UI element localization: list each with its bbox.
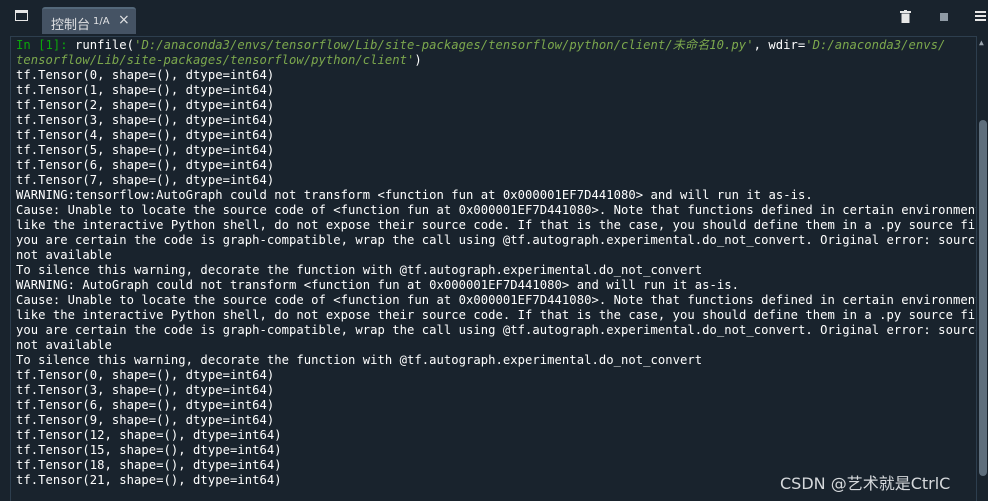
stop-icon[interactable] — [940, 13, 948, 21]
output-line: To silence this warning, decorate the fu… — [16, 353, 703, 367]
output-line: you are certain the code is graph-compat… — [16, 233, 976, 247]
console-output[interactable]: In [1]: runfile('D:/anaconda3/envs/tenso… — [10, 36, 976, 501]
output-line: tf.Tensor(15, shape=(), dtype=int64) — [16, 443, 282, 457]
window-icon[interactable] — [15, 10, 28, 21]
output-line: tf.Tensor(1, shape=(), dtype=int64) — [16, 83, 275, 97]
console-input-line: In [1]: runfile('D:/anaconda3/envs/tenso… — [16, 38, 976, 53]
output-line: tf.Tensor(7, shape=(), dtype=int64) — [16, 173, 275, 187]
runfile-path: 'D:/anaconda3/envs/tensorflow/Lib/site-p… — [134, 38, 754, 52]
vertical-scrollbar[interactable]: ▲ — [976, 36, 988, 501]
runfile-command: runfile( — [67, 38, 135, 52]
output-line: tf.Tensor(0, shape=(), dtype=int64) — [16, 368, 275, 382]
output-line: like the interactive Python shell, do no… — [16, 218, 976, 232]
menu-icon[interactable] — [975, 11, 986, 21]
watermark: CSDN @艺术就是CtrlC — [780, 474, 951, 493]
output-line: tf.Tensor(4, shape=(), dtype=int64) — [16, 128, 275, 142]
output-line: not available — [16, 338, 112, 352]
close-icon[interactable]: × — [118, 12, 130, 28]
scrollbar-thumb[interactable] — [979, 120, 987, 476]
output-line: Cause: Unable to locate the source code … — [16, 203, 976, 217]
console-lines: In [1]: runfile('D:/anaconda3/envs/tenso… — [16, 38, 976, 488]
output-line: not available — [16, 248, 112, 262]
output-line: tf.Tensor(3, shape=(), dtype=int64) — [16, 113, 275, 127]
output-line: tf.Tensor(3, shape=(), dtype=int64) — [16, 383, 275, 397]
output-line: WARNING:tensorflow:AutoGraph could not t… — [16, 188, 813, 202]
console-toolbar: 控制台 1/A × — [0, 0, 988, 36]
wdir-path-start: 'D:/anaconda3/envs/ — [805, 38, 946, 52]
output-line: tf.Tensor(0, shape=(), dtype=int64) — [16, 68, 275, 82]
output-line: tf.Tensor(12, shape=(), dtype=int64) — [16, 428, 282, 442]
trash-icon[interactable] — [900, 10, 911, 23]
output-line: tf.Tensor(9, shape=(), dtype=int64) — [16, 413, 275, 427]
wdir-label: , wdir= — [753, 38, 806, 52]
output-line: you are certain the code is graph-compat… — [16, 323, 976, 337]
wdir-path-end: tensorflow/Lib/site-packages/tensorflow/… — [16, 53, 415, 67]
output-line: WARNING: AutoGraph could not transform <… — [16, 278, 739, 292]
output-line: Cause: Unable to locate the source code … — [16, 293, 976, 307]
close-paren: ) — [414, 53, 422, 67]
output-line: tf.Tensor(5, shape=(), dtype=int64) — [16, 143, 275, 157]
tab-sub-label: 1/A — [93, 16, 110, 27]
output-line: tf.Tensor(6, shape=(), dtype=int64) — [16, 398, 275, 412]
tab-console[interactable]: 控制台 1/A × — [42, 7, 136, 34]
output-line: like the interactive Python shell, do no… — [16, 308, 976, 322]
output-line: tf.Tensor(6, shape=(), dtype=int64) — [16, 158, 275, 172]
input-prompt: In [1]: — [16, 38, 68, 52]
tab-label: 控制台 — [51, 18, 91, 33]
output-line: To silence this warning, decorate the fu… — [16, 263, 703, 277]
console-input-line-cont: tensorflow/Lib/site-packages/tensorflow/… — [16, 53, 976, 68]
output-line: tf.Tensor(2, shape=(), dtype=int64) — [16, 98, 275, 112]
scroll-up-icon[interactable]: ▲ — [979, 38, 984, 47]
